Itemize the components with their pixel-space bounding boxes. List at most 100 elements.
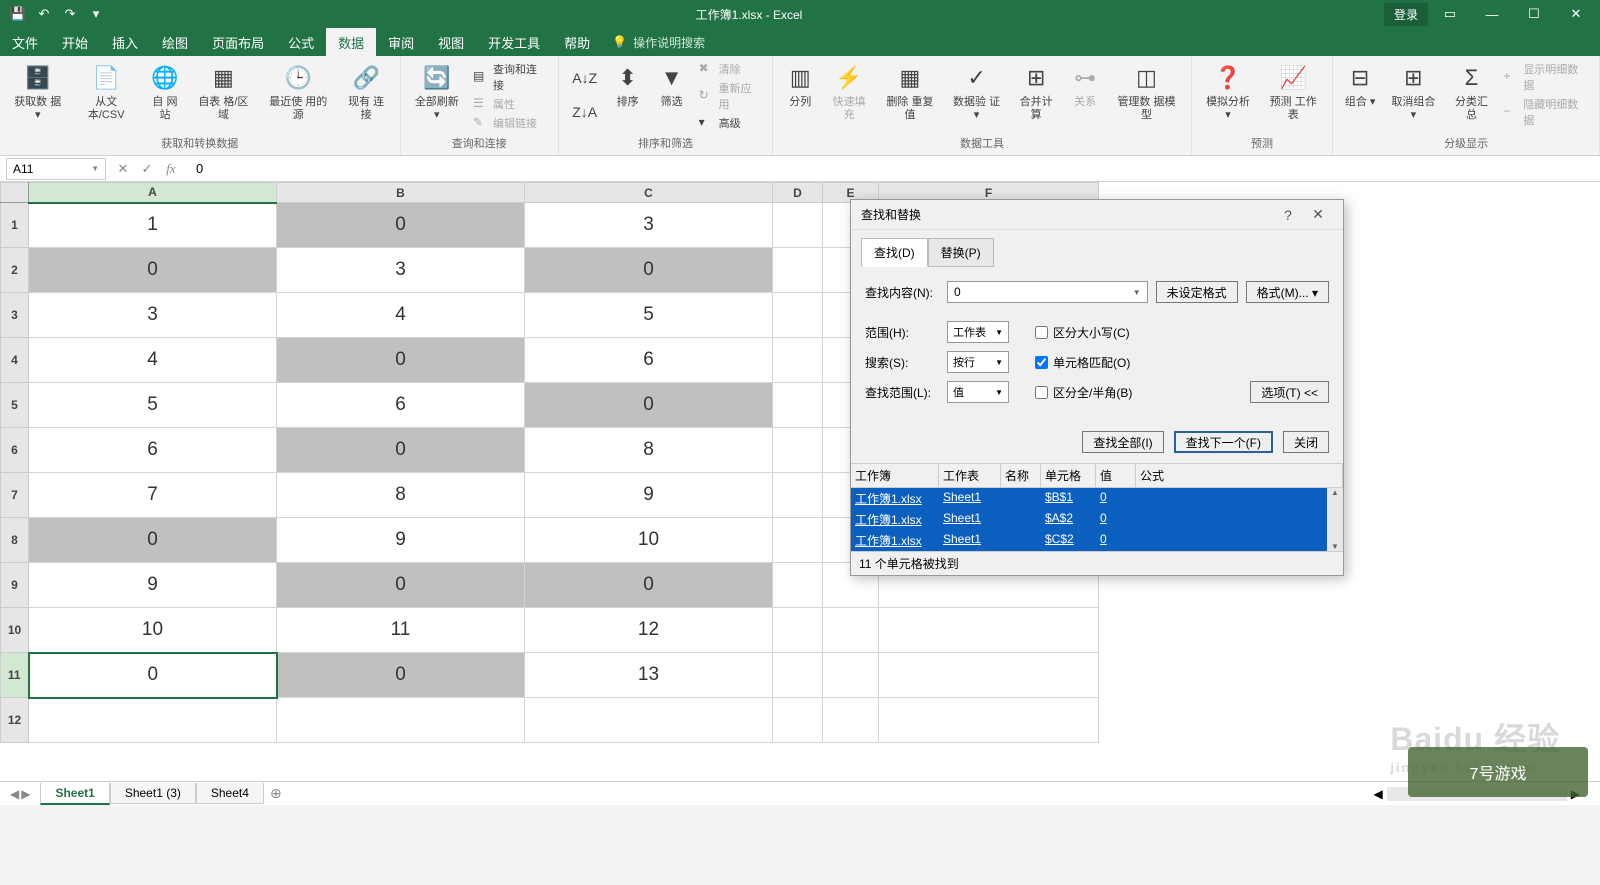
tab-data[interactable]: 数据 <box>326 28 376 56</box>
sheet-tab[interactable]: Sheet1 (3) <box>110 783 196 804</box>
name-box[interactable]: A11▼ <box>6 158 106 180</box>
results-list[interactable]: 工作簿1.xlsxSheet1$B$10工作簿1.xlsxSheet1$A$20… <box>851 488 1343 551</box>
cell[interactable]: 1 <box>29 203 277 248</box>
cell[interactable]: 13 <box>525 653 773 698</box>
minimize-icon[interactable]: — <box>1472 0 1512 28</box>
text-to-columns-button[interactable]: ▥分列 <box>779 60 821 111</box>
sheet-nav-next-icon[interactable]: ▶ <box>21 787 30 801</box>
horizontal-scrollbar[interactable]: ◀ ▶ <box>1374 787 1600 801</box>
cell[interactable]: 6 <box>525 338 773 383</box>
sheet-tab[interactable]: Sheet4 <box>196 783 264 804</box>
result-row[interactable]: 工作簿1.xlsxSheet1$C$20 <box>851 530 1343 551</box>
row-header[interactable]: 6 <box>1 428 29 473</box>
cell[interactable] <box>823 698 879 743</box>
undo-icon[interactable]: ↶ <box>32 2 56 26</box>
existing-connections-button[interactable]: 🔗现有 连接 <box>339 60 394 124</box>
tab-replace[interactable]: 替换(P) <box>928 238 994 267</box>
row-header[interactable]: 8 <box>1 518 29 563</box>
cell[interactable] <box>823 653 879 698</box>
cell[interactable]: 12 <box>525 608 773 653</box>
ungroup-button[interactable]: ⊞取消组合 ▾ <box>1383 60 1443 124</box>
cell[interactable]: 0 <box>29 248 277 293</box>
cell[interactable] <box>773 608 823 653</box>
cell[interactable]: 0 <box>29 518 277 563</box>
match-width-checkbox[interactable]: 区分全/半角(B) <box>1035 384 1132 401</box>
cell[interactable]: 8 <box>525 428 773 473</box>
cell[interactable] <box>773 653 823 698</box>
cell[interactable]: 3 <box>29 293 277 338</box>
cell[interactable] <box>773 563 823 608</box>
recent-sources-button[interactable]: 🕒最近使 用的源 <box>260 60 337 124</box>
scroll-right-icon[interactable]: ▶ <box>1571 787 1580 801</box>
cell[interactable] <box>773 518 823 563</box>
cell[interactable]: 5 <box>29 383 277 428</box>
options-button[interactable]: 选项(T) << <box>1250 381 1329 403</box>
row-header[interactable]: 5 <box>1 383 29 428</box>
cell[interactable]: 10 <box>525 518 773 563</box>
whatif-button[interactable]: ❓模拟分析 ▾ <box>1198 60 1258 124</box>
row-header[interactable]: 11 <box>1 653 29 698</box>
format-button[interactable]: 格式(M)... ▾ <box>1246 281 1329 303</box>
sheet-nav-prev-icon[interactable]: ◀ <box>10 787 19 801</box>
column-header[interactable]: A <box>29 183 277 203</box>
cell[interactable]: 3 <box>277 248 525 293</box>
cell[interactable]: 7 <box>29 473 277 518</box>
find-next-button[interactable]: 查找下一个(F) <box>1174 431 1273 453</box>
cell[interactable]: 0 <box>525 563 773 608</box>
tab-developer[interactable]: 开发工具 <box>476 28 552 56</box>
add-sheet-button[interactable]: ⊕ <box>264 785 288 802</box>
row-header[interactable]: 2 <box>1 248 29 293</box>
from-text-csv-button[interactable]: 📄从文 本/CSV <box>71 60 141 124</box>
cell[interactable]: 0 <box>277 428 525 473</box>
scroll-left-icon[interactable]: ◀ <box>1374 787 1383 801</box>
maximize-icon[interactable]: ☐ <box>1514 0 1554 28</box>
ribbon-options-icon[interactable]: ▭ <box>1430 0 1470 28</box>
cell[interactable]: 6 <box>277 383 525 428</box>
select-all-corner[interactable] <box>1 183 29 203</box>
cell[interactable] <box>277 698 525 743</box>
cell[interactable] <box>879 698 1099 743</box>
qat-customize-icon[interactable]: ▾ <box>84 2 108 26</box>
cell[interactable] <box>773 428 823 473</box>
cell[interactable]: 5 <box>525 293 773 338</box>
find-what-input[interactable]: 0▼ <box>947 281 1148 303</box>
cell[interactable] <box>773 383 823 428</box>
close-icon[interactable]: ✕ <box>1556 0 1596 28</box>
tab-file[interactable]: 文件 <box>0 28 50 56</box>
tab-home[interactable]: 开始 <box>50 28 100 56</box>
cell[interactable] <box>823 608 879 653</box>
redo-icon[interactable]: ↷ <box>58 2 82 26</box>
help-icon[interactable]: ? <box>1273 207 1303 223</box>
login-button[interactable]: 登录 <box>1384 3 1428 26</box>
cell[interactable]: 4 <box>29 338 277 383</box>
find-all-button[interactable]: 查找全部(I) <box>1082 431 1163 453</box>
cell[interactable]: 11 <box>277 608 525 653</box>
cell[interactable] <box>773 203 823 248</box>
consolidate-button[interactable]: ⊞合并计算 <box>1010 60 1062 124</box>
cell[interactable]: 0 <box>277 203 525 248</box>
cell[interactable] <box>879 653 1099 698</box>
save-icon[interactable]: 💾 <box>6 2 30 26</box>
cell[interactable]: 0 <box>277 653 525 698</box>
refresh-all-button[interactable]: 🔄全部刷新 ▾ <box>407 60 467 124</box>
subtotal-button[interactable]: Σ分类汇总 <box>1446 60 1498 124</box>
lookin-select[interactable]: 值▼ <box>947 381 1009 403</box>
row-header[interactable]: 4 <box>1 338 29 383</box>
match-entire-cell-checkbox[interactable]: 单元格匹配(O) <box>1035 354 1130 371</box>
cell[interactable] <box>525 698 773 743</box>
tab-formulas[interactable]: 公式 <box>276 28 326 56</box>
column-header[interactable]: C <box>525 183 773 203</box>
forecast-sheet-button[interactable]: 📈预测 工作表 <box>1260 60 1326 124</box>
scrollbar[interactable]: ▲▼ <box>1327 488 1343 551</box>
row-header[interactable]: 1 <box>1 203 29 248</box>
tab-find[interactable]: 查找(D) <box>861 238 928 267</box>
cell[interactable]: 9 <box>525 473 773 518</box>
row-header[interactable]: 9 <box>1 563 29 608</box>
row-header[interactable]: 3 <box>1 293 29 338</box>
from-table-button[interactable]: ▦自表 格/区域 <box>189 60 258 124</box>
cell[interactable]: 0 <box>29 653 277 698</box>
close-icon[interactable]: ✕ <box>1303 206 1333 223</box>
tab-review[interactable]: 审阅 <box>376 28 426 56</box>
dialog-titlebar[interactable]: 查找和替换 ? ✕ <box>851 200 1343 230</box>
remove-duplicates-button[interactable]: ▦删除 重复值 <box>877 60 943 124</box>
